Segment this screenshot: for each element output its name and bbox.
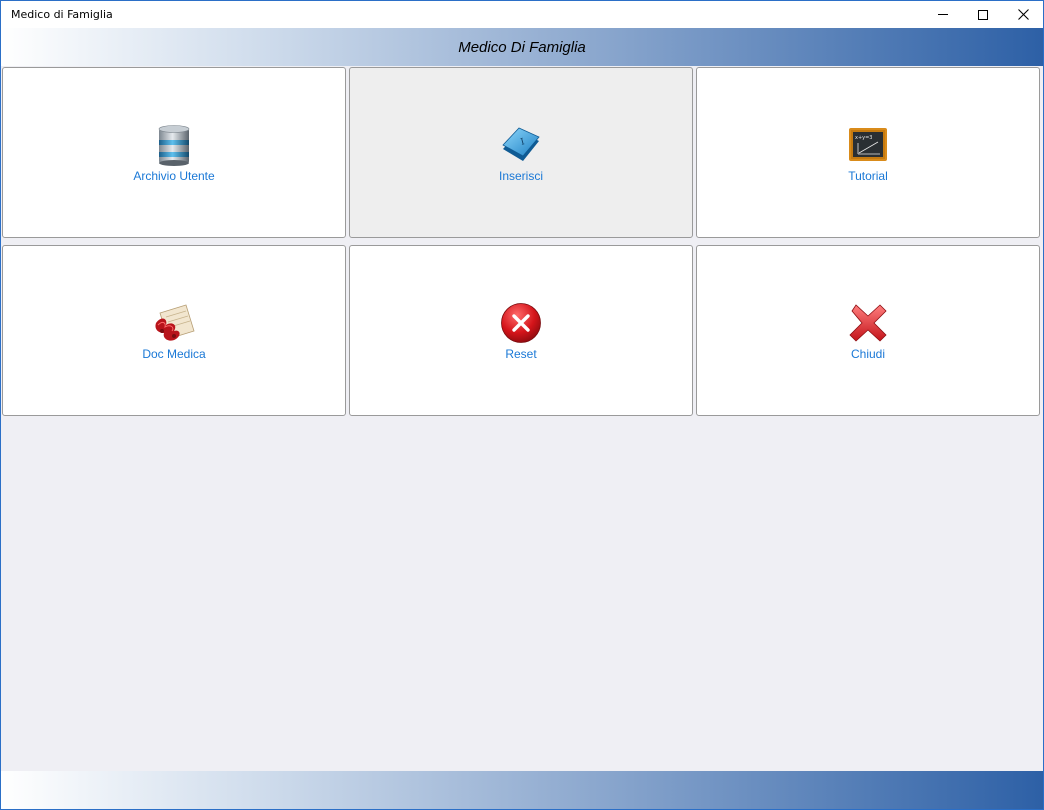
tutorial-button[interactable]: x+y=3 Tutorial bbox=[696, 67, 1040, 238]
page-title: Medico Di Famiglia bbox=[458, 39, 586, 56]
app-window: Medico di Famiglia Medico Di Famiglia Ar… bbox=[0, 0, 1044, 810]
tutorial-label: Tutorial bbox=[848, 169, 888, 183]
svg-text:x+y=3: x+y=3 bbox=[855, 135, 872, 141]
maximize-icon bbox=[978, 9, 988, 20]
chalkboard-icon: x+y=3 bbox=[849, 128, 887, 161]
reset-icon bbox=[501, 303, 541, 343]
keyboard-key-icon: I bbox=[502, 127, 540, 161]
archivio-utente-label: Archivio Utente bbox=[133, 169, 215, 183]
maximize-button[interactable] bbox=[963, 1, 1003, 28]
window-title: Medico di Famiglia bbox=[11, 8, 113, 21]
close-icon bbox=[1017, 9, 1029, 20]
archivio-utente-button[interactable]: Archivio Utente bbox=[2, 67, 346, 238]
doc-medica-button[interactable]: Doc Medica bbox=[2, 245, 346, 416]
close-x-icon bbox=[849, 304, 887, 342]
reset-label: Reset bbox=[505, 347, 537, 361]
close-window-button[interactable] bbox=[1003, 1, 1043, 28]
database-icon bbox=[158, 125, 190, 166]
doc-medica-label: Doc Medica bbox=[142, 347, 206, 361]
inserisci-button[interactable]: I Inserisci bbox=[349, 67, 693, 238]
title-bar[interactable]: Medico di Famiglia bbox=[1, 1, 1043, 28]
medical-document-icon bbox=[155, 304, 195, 341]
footer-banner bbox=[1, 771, 1043, 809]
minimize-icon bbox=[938, 14, 948, 15]
chiudi-button[interactable]: Chiudi bbox=[696, 245, 1040, 416]
header-banner: Medico Di Famiglia bbox=[1, 28, 1043, 66]
minimize-button[interactable] bbox=[923, 1, 963, 28]
inserisci-label: Inserisci bbox=[498, 169, 543, 183]
reset-button[interactable]: Reset bbox=[349, 245, 693, 416]
chiudi-label: Chiudi bbox=[850, 347, 886, 361]
